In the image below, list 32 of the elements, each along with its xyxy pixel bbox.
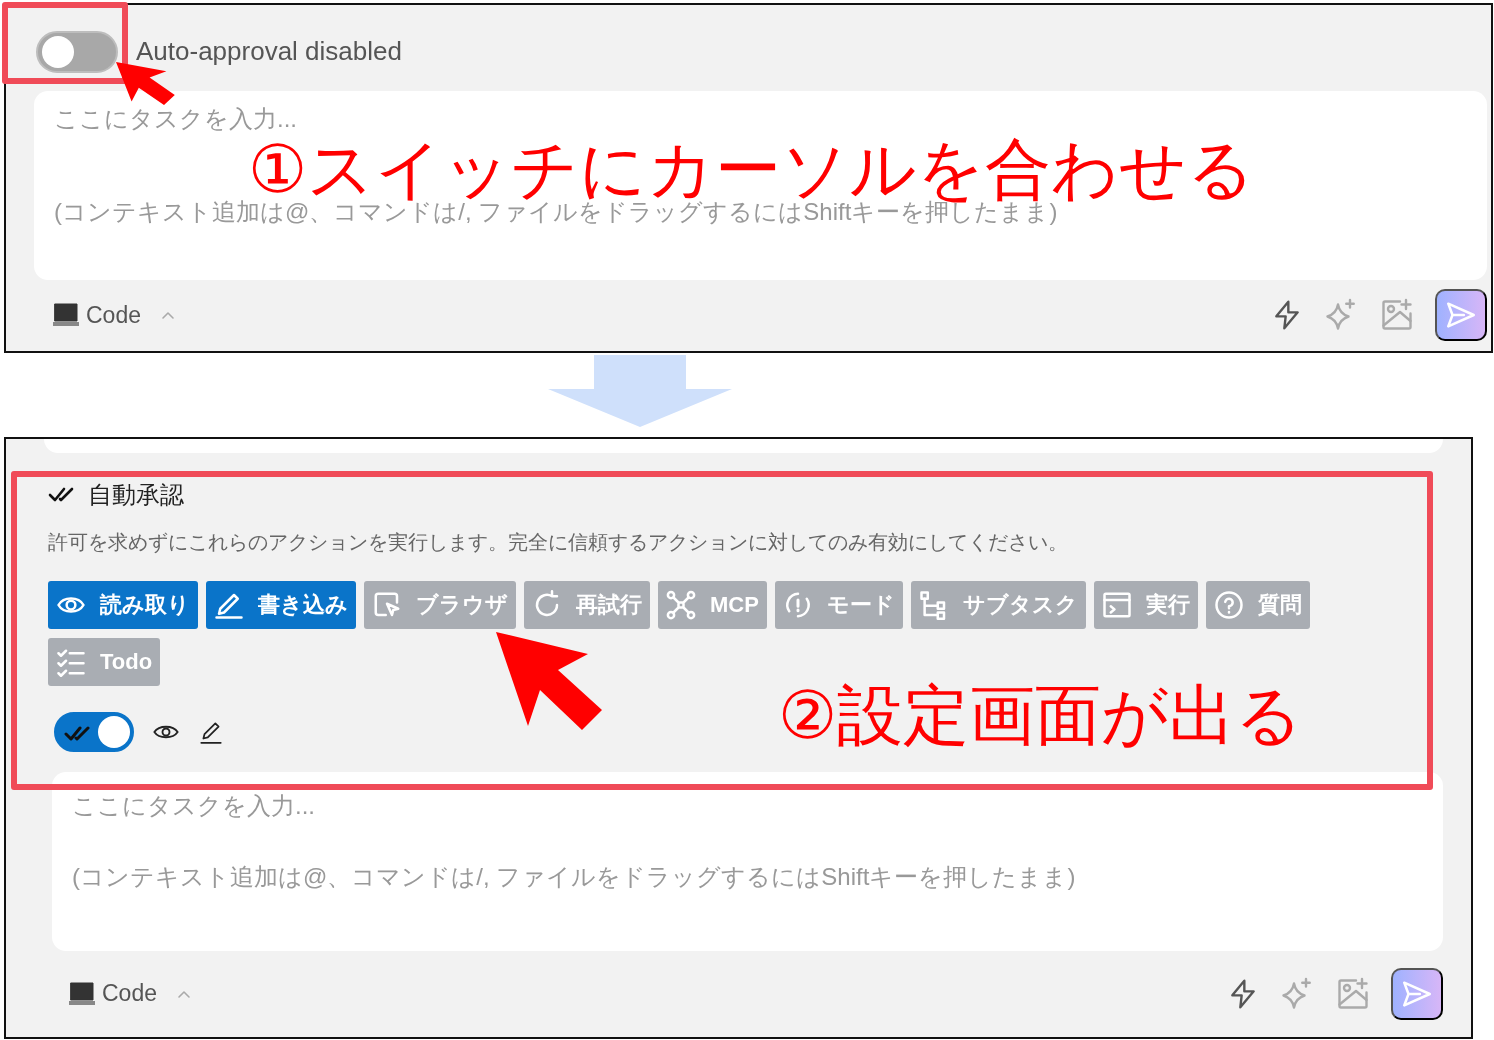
toggle-switch[interactable]: [36, 30, 118, 73]
laptop-icon: [68, 980, 96, 1007]
action-toggle-button[interactable]: MCP: [658, 580, 767, 629]
toggle-switch[interactable]: [54, 711, 134, 752]
toggle-label: Auto-approval disabled: [136, 36, 402, 68]
input-hint: (コンテキスト追加は@、コマンドは/, ファイルをドラッグするにはShiftキーを押したまま): [72, 861, 1077, 892]
action-toggle-button[interactable]: 書き込み: [206, 580, 356, 629]
laptop-icon: [52, 302, 80, 329]
placeholder-text: ここにタスクを入力...: [54, 103, 298, 134]
help-icon: [1213, 589, 1244, 620]
action-toggle-button[interactable]: 読み取り: [48, 580, 198, 629]
action-toggle-button[interactable]: 再試行: [524, 580, 650, 629]
placeholder-text: ここにタスクを入力...: [72, 790, 316, 821]
task-input-field[interactable]: ここにタスクを入力... (コンテキスト追加は@、コマンドは/, ファイルをドラッグするにはShiftキーを押したまま): [52, 771, 1443, 951]
add-image-icon: [1335, 975, 1371, 1012]
action-toggle-button[interactable]: ブラウザ: [364, 580, 516, 629]
description-text: 許可を求めずにこれらのアクションを実行します。完全に信頼するアクションに対してのみ有効にしてください。: [48, 529, 1069, 555]
action-toggle-button[interactable]: Todo: [48, 637, 161, 686]
mode-selector[interactable]: Code: [102, 980, 157, 1008]
action-toggle-button[interactable]: モード: [774, 580, 903, 629]
caret-icon: [161, 310, 175, 321]
network-icon: [666, 589, 696, 620]
section-title: 自動承認: [88, 479, 184, 510]
send-button[interactable]: [1435, 289, 1487, 342]
mode-selector[interactable]: Code: [86, 301, 141, 329]
action-toggle-button[interactable]: 質問: [1205, 580, 1310, 629]
annotation-text: ①スイッチにカーソルを合わせる: [248, 136, 1256, 202]
action-toggle-button[interactable]: 実行: [1093, 580, 1198, 629]
action-toggle-button[interactable]: サブタスク: [910, 580, 1086, 629]
send-button[interactable]: [1391, 967, 1443, 1020]
caret-icon: [177, 988, 191, 999]
annotation-text: ②設定画面が出る: [778, 682, 1304, 748]
